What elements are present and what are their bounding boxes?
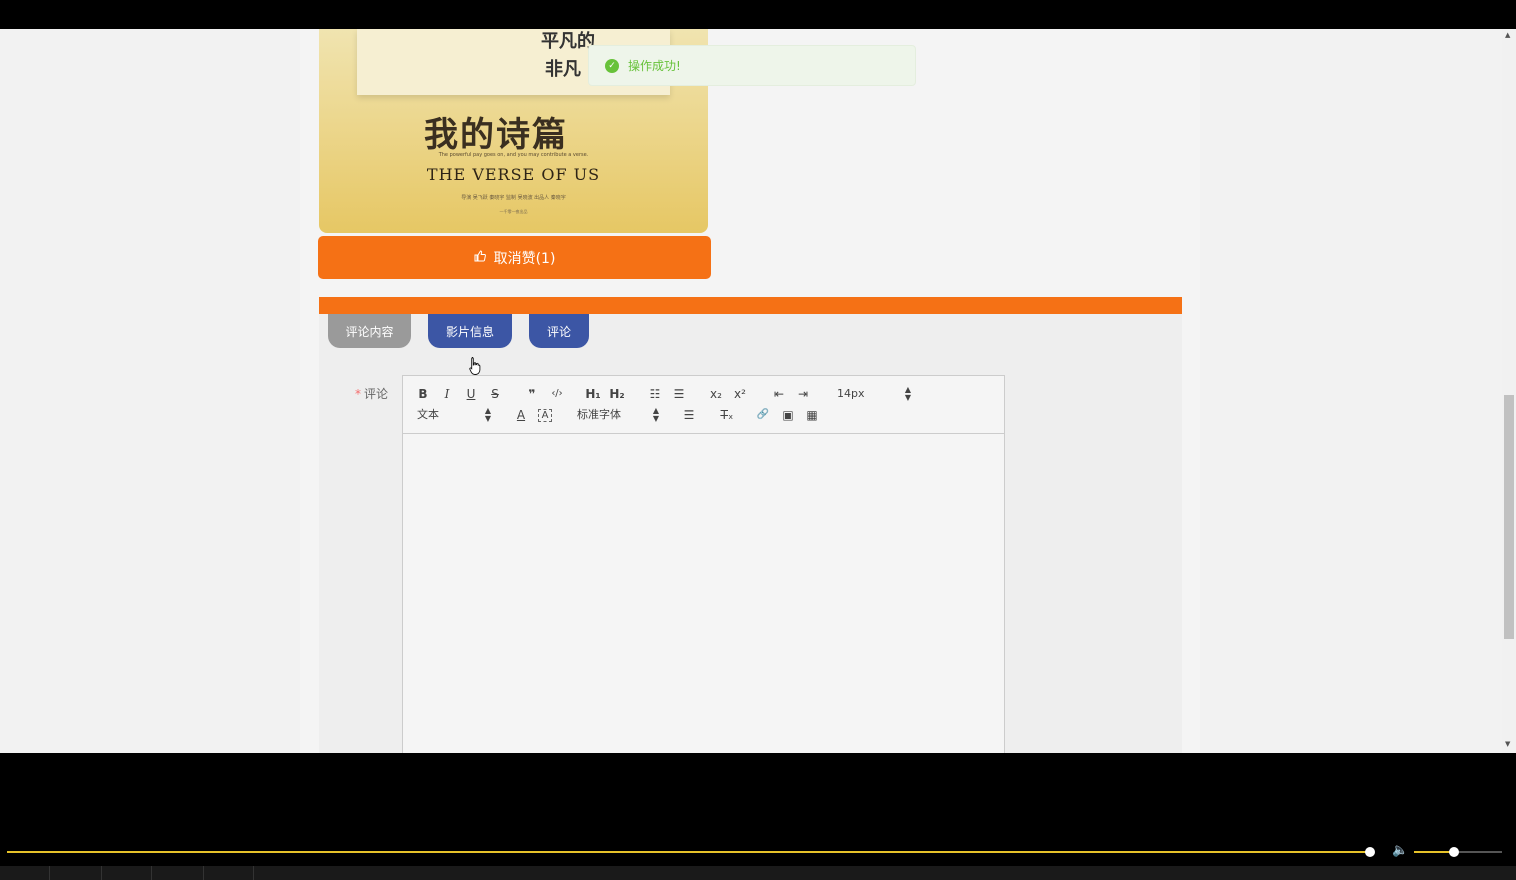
volume-handle[interactable] [1448, 847, 1459, 857]
clean-format-icon[interactable]: T̶ₓ [719, 407, 735, 423]
blockquote-icon[interactable]: ❞ [525, 386, 539, 402]
thumbs-up-icon [474, 250, 486, 265]
taskbar-slot[interactable] [50, 866, 102, 880]
toast-message: 操作成功! [628, 59, 681, 73]
poster-scribble-2: 非凡 [545, 59, 581, 80]
italic-button[interactable]: I [441, 386, 453, 402]
select-arrows-icon: ▲ ▼ [904, 385, 911, 402]
header-select[interactable]: 文本 ▲ ▼ [417, 407, 491, 423]
taskbar-slot[interactable] [204, 866, 254, 880]
window-top-bar [0, 0, 1516, 29]
poster-credits: 导演 吴飞跃 秦晓宇 监制 吴晓波 出品人 秦晓宇 [461, 195, 566, 201]
superscript-button[interactable]: x² [732, 386, 748, 402]
ordered-list-icon[interactable]: ☷ [647, 386, 663, 402]
font-size-select[interactable]: 14px ▲ ▼ [837, 386, 911, 402]
poster-cn-title: 我的诗篇 [424, 115, 568, 155]
progress-bar[interactable] [7, 851, 1373, 853]
background-color-icon[interactable]: A [538, 409, 552, 422]
poster-en-title: THE VERSE OF US [426, 165, 601, 184]
required-mark: * [355, 387, 361, 401]
video-icon[interactable]: ▦ [804, 407, 820, 423]
font-family-value: 标准字体 [577, 408, 621, 421]
editor-toolbar: B I U S ❞ ‹/› H₁ H₂ ☷ ☰ x₂ x² ⇤ ⇥ 14px ▲… [403, 376, 1004, 434]
poster-tagline: The powerful pay goes on, and you may co… [438, 152, 589, 158]
unlike-button-label: 取消赞(1) [493, 250, 556, 267]
font-family-select[interactable]: 标准字体 ▲ ▼ [577, 407, 659, 423]
scroll-down-arrow-icon[interactable]: ▼ [1505, 740, 1510, 748]
tab-movie-info[interactable]: 影片信息 [428, 314, 512, 348]
poster-fine-print: 一千零一夜出品 [499, 209, 528, 214]
check-circle-icon: ✓ [605, 58, 619, 73]
underline-button[interactable]: U [465, 386, 477, 402]
video-player-controls: 🔈 [0, 753, 1516, 880]
comment-label-text: 评论 [364, 387, 389, 401]
image-icon[interactable]: ▣ [780, 407, 796, 423]
align-icon[interactable]: ☰ [681, 407, 697, 423]
section-divider-bar [319, 297, 1182, 314]
comment-field-label: * 评论 [355, 385, 388, 402]
strike-button[interactable]: S [489, 386, 501, 402]
header-select-value: 文本 [417, 408, 439, 421]
indent-icon[interactable]: ⇥ [795, 386, 811, 402]
link-icon[interactable]: 🔗 [755, 407, 771, 423]
text-color-icon[interactable]: A [514, 407, 528, 423]
rich-text-editor: B I U S ❞ ‹/› H₁ H₂ ☷ ☰ x₂ x² ⇤ ⇥ 14px ▲… [402, 375, 1005, 753]
subscript-button[interactable]: x₂ [708, 386, 724, 402]
outdent-icon[interactable]: ⇤ [771, 386, 787, 402]
vertical-scrollbar[interactable]: ▲ ▼ [1502, 29, 1516, 753]
taskbar [0, 866, 1516, 880]
volume-fill [1414, 851, 1454, 853]
font-size-value: 14px [837, 387, 865, 400]
bullet-list-icon[interactable]: ☰ [671, 386, 687, 402]
browser-viewport: 平凡的 非凡 我的诗篇 The powerful pay goes on, an… [0, 29, 1516, 753]
code-block-icon[interactable]: ‹/› [548, 386, 566, 402]
tab-comment[interactable]: 评论 [529, 314, 589, 348]
taskbar-slot[interactable] [152, 866, 204, 880]
header-1-button[interactable]: H₁ [584, 386, 602, 402]
taskbar-slot[interactable] [0, 866, 50, 880]
scroll-up-arrow-icon[interactable]: ▲ [1505, 31, 1510, 39]
progress-handle[interactable] [1365, 847, 1376, 857]
editor-content-area[interactable] [403, 434, 1004, 753]
header-2-button[interactable]: H₂ [608, 386, 626, 402]
bold-button[interactable]: B [417, 386, 429, 402]
speaker-icon[interactable]: 🔈 [1392, 843, 1408, 858]
hand-cursor-icon [469, 357, 481, 375]
scrollbar-thumb[interactable] [1504, 395, 1514, 639]
taskbar-slot[interactable] [102, 866, 152, 880]
select-arrows-icon: ▲ ▼ [652, 406, 659, 423]
unlike-button[interactable]: 取消赞(1) [318, 236, 711, 279]
tab-comment-content[interactable]: 评论内容 [328, 314, 411, 348]
poster-scribble-1: 平凡的 [541, 31, 595, 52]
select-arrows-icon: ▲ ▼ [484, 406, 491, 423]
success-toast: ✓ 操作成功! [588, 45, 916, 86]
